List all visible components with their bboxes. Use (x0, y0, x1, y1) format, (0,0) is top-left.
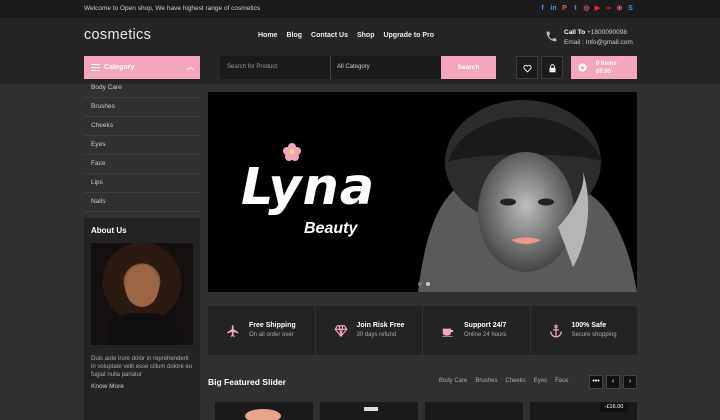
cart-total: £0.00 (596, 69, 612, 75)
twitter-icon[interactable]: t (572, 4, 579, 13)
know-more-link[interactable]: Know More (91, 383, 193, 390)
tab-eyes[interactable]: Eyes (534, 378, 547, 384)
top-bar: Welcome to Open shop, We have highest ra… (0, 0, 720, 18)
email-text[interactable]: Email : Info@gmail.com (564, 38, 633, 48)
airplane-icon (227, 324, 239, 337)
feature-sub: 30 days refund (356, 332, 397, 338)
feature-sub: On all order over (249, 332, 294, 338)
feature-support: Support 24/7 Online 24 hours (423, 306, 531, 355)
lastfm-icon[interactable]: ∞ (605, 4, 612, 13)
product-card[interactable] (425, 402, 523, 420)
about-panel: About Us Duis aute irure dolor in repreh… (84, 218, 200, 420)
contact-text: Call To +1800090098 Email : Info@gmail.c… (564, 28, 633, 48)
anchor-icon (549, 324, 562, 337)
search-bar: Search for Product All Category Search (220, 56, 496, 79)
feature-safe: 100% Safe Secure shopping (531, 306, 638, 355)
hero-model-image (418, 100, 637, 292)
tab-body-care[interactable]: Body Care (439, 378, 467, 384)
chevron-up-icon: ︿ (187, 64, 194, 71)
contact-box: Call To +1800090098 Email : Info@gmail.c… (545, 28, 633, 48)
product-card[interactable] (320, 402, 418, 420)
category-item-cheeks[interactable]: Cheeks (84, 117, 200, 136)
slider-tabs: Body Care Brushes Cheeks Eyes Face (439, 378, 568, 384)
main-nav: Home Blog Contact Us Shop Upgrade to Pro (258, 32, 434, 39)
phone-number[interactable]: +1800090098 (587, 29, 627, 36)
youtube-icon[interactable]: ▶ (594, 4, 601, 13)
feature-free-shipping: Free Shipping On all order over (208, 306, 316, 355)
menu-icon (91, 64, 100, 71)
welcome-text: Welcome to Open shop, We have highest ra… (84, 5, 261, 12)
about-text: Duis aute irure dolor in reprehenderit i… (91, 356, 193, 378)
product-card[interactable] (215, 402, 313, 420)
diamond-icon (333, 324, 348, 337)
call-label: Call To (564, 29, 586, 36)
instagram-icon[interactable]: ◎ (583, 4, 590, 13)
about-title: About Us (91, 226, 127, 235)
slider-dots (418, 282, 430, 286)
cart-items: 0 Items (596, 61, 617, 67)
facebook-icon[interactable]: f (539, 4, 546, 13)
feature-sub: Secure shopping (571, 332, 617, 338)
category-item-lips[interactable]: Lips (84, 174, 200, 193)
lock-icon (549, 64, 556, 73)
wishlist-button[interactable] (516, 56, 538, 79)
price-badge: -£16.00 (600, 403, 628, 412)
search-input[interactable]: Search for Product (227, 56, 277, 79)
site-logo[interactable]: cosmetics (84, 27, 151, 43)
tab-cheeks[interactable]: Cheeks (505, 378, 525, 384)
nav-shop[interactable]: Shop (357, 32, 375, 39)
slider-dot[interactable] (426, 282, 430, 286)
slider-dot[interactable] (418, 282, 422, 286)
nav-blog[interactable]: Blog (286, 32, 302, 39)
feature-title: Support 24/7 (464, 322, 507, 329)
cart-summary: 0 Items £0.00 (596, 60, 617, 76)
category-item-nails[interactable]: Nails (84, 193, 200, 212)
nav-contact[interactable]: Contact Us (311, 32, 348, 39)
dribbble-icon[interactable]: ⊕ (616, 4, 623, 13)
social-links: f in P t ◎ ▶ ∞ ⊕ S (539, 4, 634, 13)
more-tabs-button[interactable]: ••• (589, 375, 603, 389)
feature-title: Free Shipping (249, 322, 296, 329)
cart-icon (578, 63, 587, 72)
nav-upgrade[interactable]: Upgrade to Pro (383, 32, 434, 39)
feature-risk-free: Join Risk Free 30 days refund (316, 306, 423, 355)
feature-title: Join Risk Free (356, 322, 405, 329)
slider-next-button[interactable]: › (623, 375, 637, 389)
skype-icon[interactable]: S (627, 4, 634, 13)
hero-banner[interactable]: Lyna Beauty (208, 92, 637, 292)
about-photo (91, 243, 193, 345)
category-item-face[interactable]: Face (84, 155, 200, 174)
search-button[interactable]: Search (441, 56, 496, 79)
feature-title: 100% Safe (571, 322, 607, 329)
coffee-icon (442, 328, 454, 337)
nav-home[interactable]: Home (258, 32, 277, 39)
hero-title: Lyna (241, 158, 376, 217)
category-item-eyes[interactable]: Eyes (84, 136, 200, 155)
tab-face[interactable]: Face (555, 378, 568, 384)
section-title: Big Featured Slider (208, 377, 286, 387)
slider-prev-button[interactable]: ‹ (606, 375, 620, 389)
linkedin-icon[interactable]: in (550, 4, 557, 13)
pinterest-icon[interactable]: P (561, 4, 568, 13)
features-strip: Free Shipping On all order over Join Risk… (208, 306, 637, 355)
feature-sub: Online 24 hours (464, 332, 507, 338)
phone-icon (546, 31, 557, 42)
tab-brushes[interactable]: Brushes (475, 378, 497, 384)
category-label: Category (104, 64, 135, 71)
account-button[interactable] (541, 56, 563, 79)
hero-subtitle: Beauty (304, 220, 358, 237)
category-button[interactable]: Category ︿ (84, 56, 200, 79)
cart-button[interactable]: 0 Items £0.00 (571, 56, 637, 79)
category-item-brushes[interactable]: Brushes (84, 98, 200, 117)
category-list: Body Care Brushes Cheeks Eyes Face Lips … (84, 79, 200, 212)
category-select[interactable]: All Category (330, 56, 440, 79)
category-item-body-care[interactable]: Body Care (84, 79, 200, 98)
heart-icon (523, 64, 532, 73)
